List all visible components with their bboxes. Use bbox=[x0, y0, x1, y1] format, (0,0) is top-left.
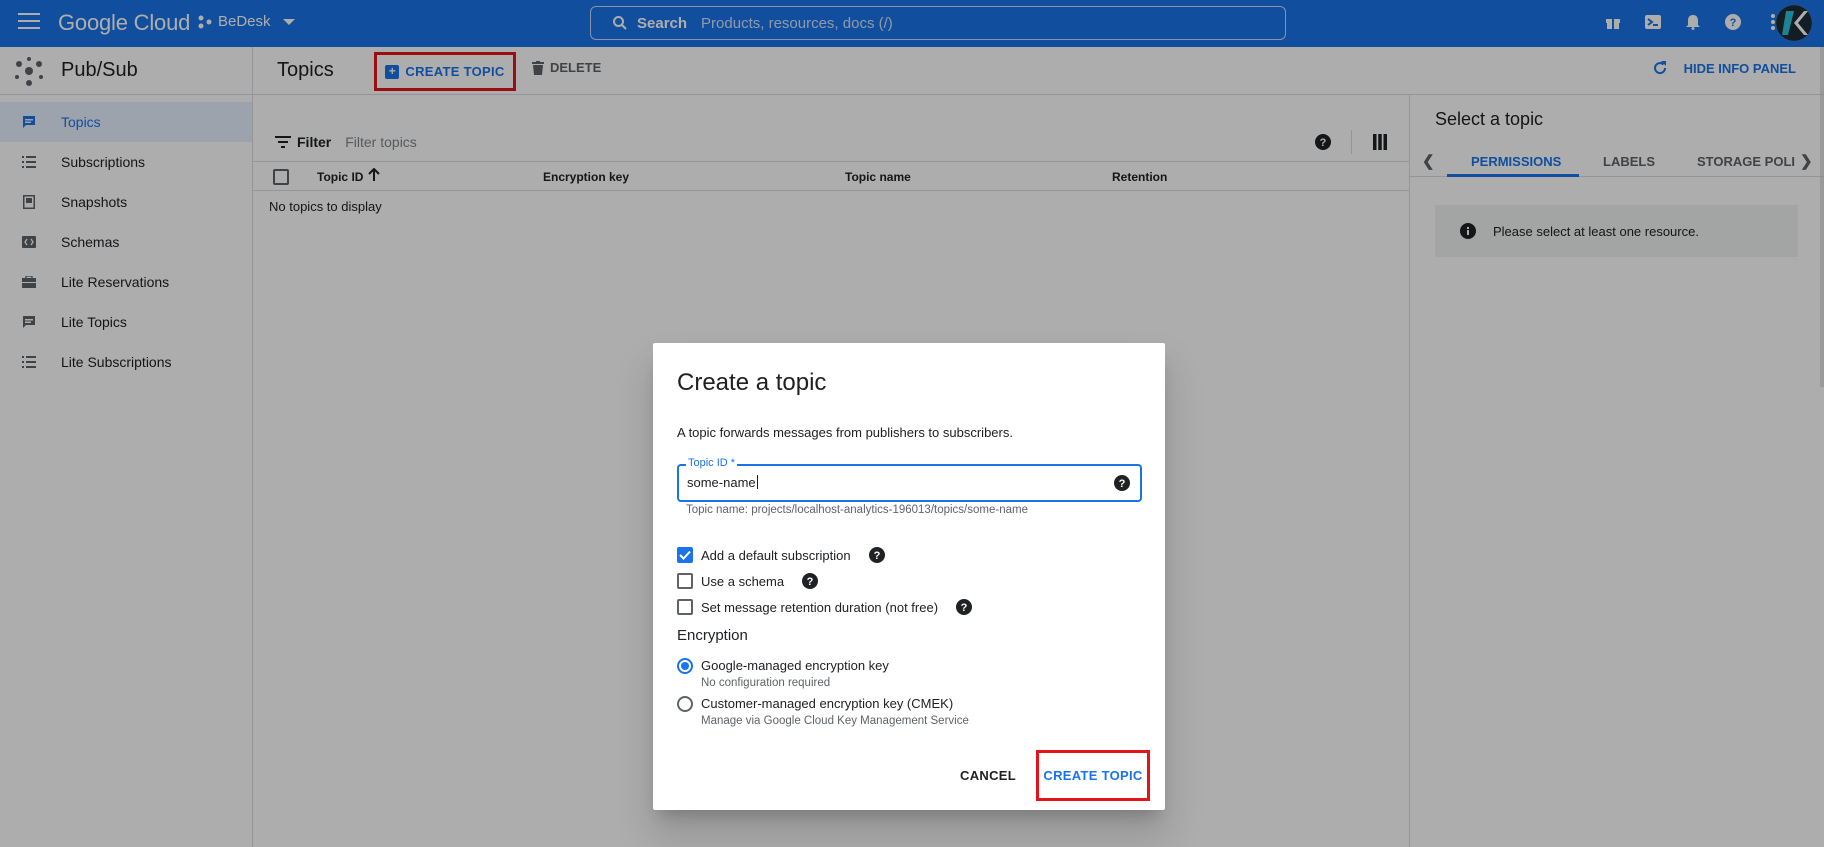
radio-sublabel: No configuration required bbox=[701, 677, 831, 689]
help-icon[interactable]: ? bbox=[868, 547, 885, 563]
checkbox-checked[interactable] bbox=[677, 547, 693, 563]
radio-label: Google-managed encryption key bbox=[701, 658, 889, 673]
dialog-description: A topic forwards messages from publisher… bbox=[677, 425, 1013, 440]
checkbox-unchecked[interactable] bbox=[677, 599, 693, 615]
svg-text:?: ? bbox=[807, 576, 814, 588]
option-label: Add a default subscription bbox=[701, 547, 851, 563]
checkbox-unchecked[interactable] bbox=[677, 573, 693, 589]
option-label: Use a schema bbox=[701, 573, 785, 589]
google-managed-key-radio[interactable]: Google-managed encryption key No configu… bbox=[677, 658, 889, 689]
help-icon[interactable]: ? bbox=[1114, 475, 1130, 491]
message-retention-checkbox[interactable]: Set message retention duration (not free… bbox=[677, 599, 973, 615]
customer-managed-key-radio[interactable]: Customer-managed encryption key (CMEK) M… bbox=[677, 696, 969, 727]
check-icon bbox=[679, 550, 691, 560]
topic-id-value: some-name bbox=[687, 475, 756, 490]
help-icon[interactable]: ? bbox=[956, 599, 973, 615]
radio-label: Customer-managed encryption key (CMEK) bbox=[701, 696, 954, 711]
svg-text:?: ? bbox=[873, 550, 880, 562]
topic-id-input[interactable]: some-name bbox=[687, 475, 758, 490]
create-topic-submit-button[interactable]: CREATE TOPIC bbox=[1036, 750, 1150, 801]
topic-name-hint: Topic name: projects/localhost-analytics… bbox=[686, 504, 1028, 516]
cancel-button[interactable]: CANCEL bbox=[960, 768, 1016, 783]
topic-id-field[interactable]: Topic ID * some-name ? bbox=[677, 457, 1142, 502]
help-icon[interactable]: ? bbox=[802, 573, 819, 589]
default-subscription-checkbox[interactable]: Add a default subscription ? bbox=[677, 547, 885, 563]
svg-text:?: ? bbox=[1119, 478, 1126, 490]
encryption-heading: Encryption bbox=[677, 627, 748, 644]
dialog-title: Create a topic bbox=[677, 369, 827, 396]
radio-unselected[interactable] bbox=[677, 696, 693, 712]
svg-text:?: ? bbox=[961, 602, 968, 614]
option-label: Set message retention duration (not free… bbox=[701, 599, 939, 615]
topic-id-label: Topic ID * bbox=[686, 457, 738, 469]
create-topic-dialog: Create a topic A topic forwards messages… bbox=[653, 343, 1165, 810]
radio-sublabel: Manage via Google Cloud Key Management S… bbox=[701, 715, 969, 727]
text-cursor bbox=[756, 475, 758, 489]
radio-selected[interactable] bbox=[677, 658, 693, 674]
use-schema-checkbox[interactable]: Use a schema ? bbox=[677, 573, 819, 589]
